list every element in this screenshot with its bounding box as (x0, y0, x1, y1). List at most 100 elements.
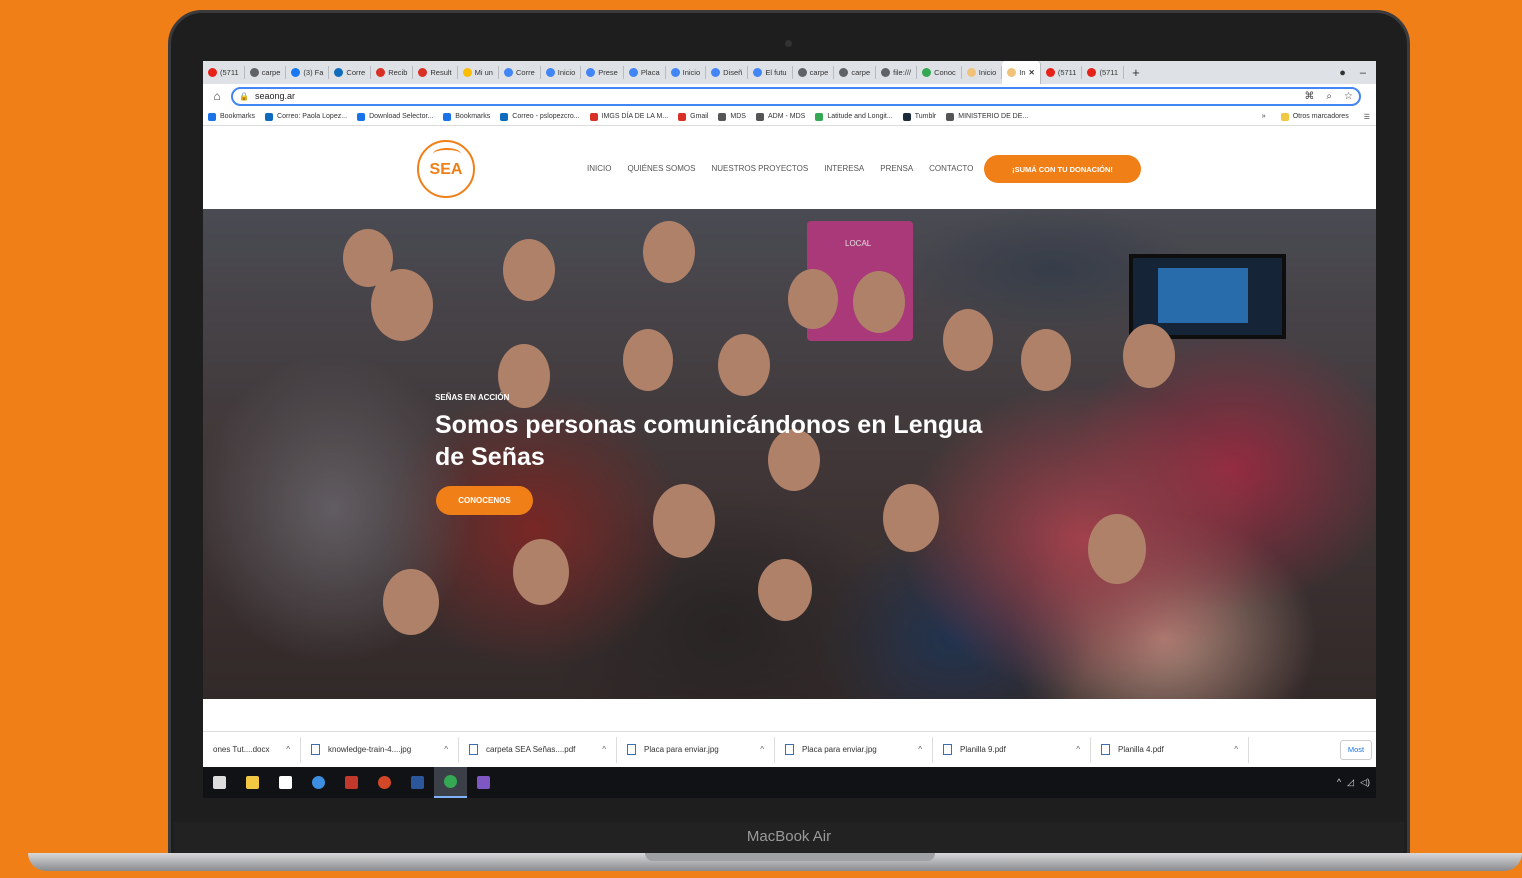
browser-tab[interactable]: Inicio (962, 66, 1003, 79)
tab-label: El futu (765, 68, 787, 77)
browser-tab[interactable]: (5711 (1082, 66, 1125, 79)
other-bookmarks[interactable]: Otros marcadores (1276, 112, 1354, 121)
download-item[interactable]: Placa para enviar.jpg ^ (617, 736, 775, 763)
conocenos-button[interactable]: CONOCENOS (436, 486, 533, 515)
taskbar-powerpoint-button[interactable] (368, 767, 401, 798)
download-item[interactable]: Planilla 9.pdf ^ (933, 736, 1091, 763)
taskbar-edge-button[interactable] (302, 767, 335, 798)
download-item[interactable]: carpeta SEA Señas....pdf ^ (459, 736, 617, 763)
bookmark-item[interactable]: Correo: Paola Lopez... (260, 112, 352, 121)
browser-tab[interactable]: Inicio (666, 66, 707, 79)
volume-icon[interactable]: ◁) (1360, 777, 1370, 788)
tab-favicon-icon (881, 68, 891, 77)
shield-icon (345, 776, 358, 789)
bookmark-item[interactable]: Latitude and Longit... (810, 112, 897, 121)
site-header: SEA INICIO QUIÉNES SOMOS NUESTROS PROYECTO… (203, 127, 1376, 209)
browser-tab[interactable]: Mi un (458, 66, 499, 79)
taskbar-shield-button[interactable] (335, 767, 368, 798)
chevron-up-icon[interactable]: ^ (1076, 745, 1080, 754)
tab-favicon-icon (1007, 68, 1017, 77)
chevron-up-icon[interactable]: ^ (1234, 745, 1238, 754)
donate-button[interactable]: ¡SUMÁ CON TU DONACIÓN! (984, 155, 1141, 183)
nav-item[interactable]: INICIO (587, 164, 611, 173)
browser-tab[interactable]: Conoc (917, 66, 962, 79)
download-item[interactable]: ones Tut....docx ^ (203, 736, 301, 763)
bookmark-item[interactable]: MINISTERIO DE DE... (941, 112, 1033, 121)
chevron-up-icon[interactable]: ^ (1337, 777, 1341, 788)
network-icon[interactable]: ◿ (1347, 777, 1354, 788)
download-item[interactable]: knowledge-train-4....jpg ^ (301, 736, 459, 763)
chevron-up-icon[interactable]: ^ (286, 745, 290, 754)
browser-tab[interactable]: Corre (499, 66, 541, 79)
show-all-downloads-button[interactable]: Most (1340, 739, 1372, 760)
zoom-icon[interactable]: ⌕ (1326, 91, 1332, 102)
browser-tab[interactable]: Diseñ (706, 66, 749, 79)
browser-tab[interactable]: carpe (834, 66, 877, 79)
nav-item[interactable]: QUIÉNES SOMOS (627, 164, 695, 173)
browser-tab[interactable]: El futu (748, 66, 793, 79)
tab-favicon-icon (839, 68, 849, 77)
chevron-up-icon[interactable]: ^ (760, 745, 764, 754)
screen: (5711 carpe (3) Fa Corre Recib Result Mi un Cor… (203, 61, 1376, 798)
browser-tab[interactable]: (3) Fa (286, 66, 330, 79)
browser-tab[interactable]: Placa (624, 66, 666, 79)
nav-item[interactable]: INTERESA (824, 164, 864, 173)
bookmarks-more-button[interactable]: » (1262, 113, 1266, 120)
address-bar[interactable]: 🔒 seaong.ar ⌘ ⌕ ☆ (231, 86, 1361, 106)
browser-tab[interactable]: Recib (371, 66, 414, 79)
bookmark-item[interactable]: Download Selector... (352, 112, 438, 121)
lock-icon[interactable]: 🔒 (239, 92, 249, 101)
profile-icon[interactable]: ● (1339, 67, 1346, 79)
home-icon[interactable]: ⌂ (203, 89, 231, 103)
nav-item[interactable]: CONTACTO (929, 164, 973, 173)
laptop-notch (645, 853, 935, 861)
taskbar-word-button[interactable] (401, 767, 434, 798)
download-filename: Planilla 9.pdf (960, 745, 1006, 754)
taskbar-app-button[interactable] (467, 767, 500, 798)
nav-item[interactable]: NUESTROS PROYECTOS (711, 164, 808, 173)
taskbar-task-view-button[interactable] (203, 767, 236, 798)
chevron-up-icon[interactable]: ^ (918, 745, 922, 754)
bookmark-item[interactable]: IMGS DÍA DE LA M... (585, 112, 674, 121)
new-tab-button[interactable]: + (1124, 65, 1148, 80)
tab-favicon-icon (418, 68, 428, 77)
taskbar-chrome-button[interactable] (434, 767, 467, 798)
bookmark-label: Bookmarks (455, 113, 491, 120)
chevron-up-icon[interactable]: ^ (444, 745, 448, 754)
browser-tab[interactable]: Corre (329, 66, 372, 79)
browser-tab[interactable]: Inicio (541, 66, 582, 79)
browser-tab[interactable]: carpe (793, 66, 835, 79)
site-logo[interactable]: SEA (417, 140, 475, 198)
chevron-up-icon[interactable]: ^ (602, 745, 606, 754)
bookmark-item[interactable]: MDS (713, 112, 751, 121)
browser-tab[interactable]: (5711 (203, 66, 245, 79)
browser-tab[interactable]: file:/// (876, 66, 918, 79)
browser-tab[interactable]: (5711 (1041, 66, 1083, 79)
bookmark-item[interactable]: Bookmarks (438, 112, 495, 121)
star-icon[interactable]: ☆ (1344, 91, 1353, 102)
browser-tab[interactable]: Result (413, 66, 458, 79)
nav-item[interactable]: PRENSA (880, 164, 913, 173)
bookmark-item[interactable]: ADM - MDS (751, 112, 810, 121)
bookmark-icon (946, 112, 955, 121)
bookmark-label: Download Selector... (369, 113, 434, 120)
download-item[interactable]: Planilla 4.pdf ^ (1091, 736, 1249, 763)
browser-tab[interactable]: Prese (581, 66, 624, 79)
bookmark-icon (589, 112, 598, 121)
bookmark-item[interactable]: Tumblr (898, 112, 942, 121)
download-filename: ones Tut....docx (213, 745, 270, 754)
bookmark-item[interactable]: Bookmarks (203, 112, 260, 121)
tab-close-icon[interactable]: ✕ (1029, 68, 1035, 77)
browser-tab[interactable]: In ✕ (1002, 61, 1041, 84)
download-item[interactable]: Placa para enviar.jpg ^ (775, 736, 933, 763)
taskbar-store-button[interactable] (269, 767, 302, 798)
logo-text: SEA (429, 161, 463, 178)
qr-icon[interactable]: ⌘ (1304, 91, 1314, 102)
browser-tab[interactable]: carpe (245, 66, 287, 79)
tab-label: Conoc (934, 68, 956, 77)
reading-list-icon[interactable]: ☰ (1364, 113, 1370, 121)
bookmark-item[interactable]: Gmail (673, 112, 713, 121)
taskbar-file-explorer-button[interactable] (236, 767, 269, 798)
minimize-icon[interactable]: – (1360, 67, 1366, 79)
bookmark-item[interactable]: Correo - pslopezcro... (495, 112, 584, 121)
